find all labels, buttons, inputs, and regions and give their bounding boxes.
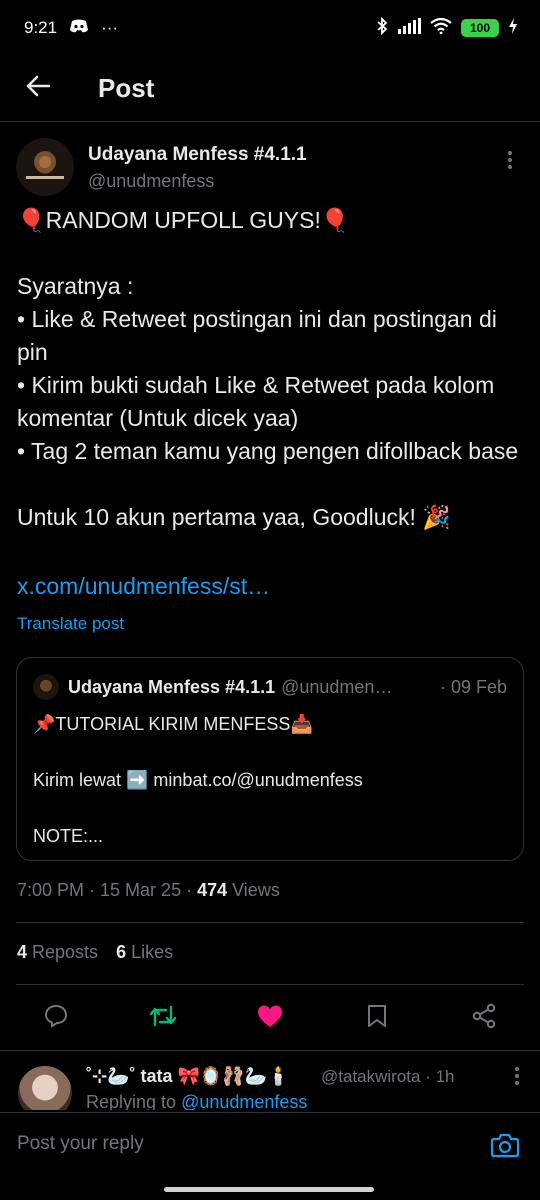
reply-composer: Post your reply (0, 1112, 540, 1200)
quoted-author-avatar (33, 674, 59, 700)
translate-post-link[interactable]: Translate post (17, 614, 124, 634)
signal-icon (397, 17, 421, 39)
likes-label: Likes (126, 942, 174, 962)
bookmark-button[interactable] (350, 996, 404, 1040)
discord-icon (69, 18, 89, 39)
share-button[interactable] (457, 996, 511, 1040)
camera-button[interactable] (490, 1131, 520, 1164)
more-vertical-icon (507, 150, 513, 175)
author-avatar[interactable] (16, 138, 74, 196)
quoted-author-name: Udayana Menfess #4.1.1 (68, 676, 276, 697)
views-label: Views (227, 880, 280, 900)
divider (0, 1050, 540, 1051)
post-link[interactable]: x.com/unudmenfess/st… (17, 570, 270, 603)
camera-icon (490, 1133, 520, 1163)
engagement-stats: 4 Reposts 6 Likes (17, 942, 173, 963)
reply-item[interactable]: ˚⊹🦢˚ tata 🎀🪞🩰🦢🕯️ @tatakwirota · 1h Reply… (16, 1060, 524, 1110)
post-more-button[interactable] (496, 138, 524, 178)
charging-icon (508, 17, 518, 39)
reply-button[interactable] (29, 996, 83, 1040)
share-icon (471, 1003, 497, 1034)
wifi-icon (430, 17, 452, 39)
home-indicator[interactable] (164, 1187, 374, 1192)
like-icon (256, 1003, 284, 1034)
divider (16, 922, 524, 923)
divider (16, 984, 524, 985)
post-timestamp: 7:00 PM · 15 Mar 25 · (17, 880, 198, 900)
post-author: Udayana Menfess #4.1.1 @unudmenfess (16, 138, 524, 198)
bookmark-icon (366, 1003, 388, 1034)
replying-prefix: Replying to (86, 1092, 182, 1110)
page-title: Post (98, 73, 155, 103)
reposts-stat[interactable]: 4 Reposts (17, 942, 98, 963)
reply-author-avatar[interactable] (18, 1066, 72, 1110)
repost-button[interactable] (136, 996, 190, 1040)
reply-more-button[interactable] (514, 1066, 520, 1091)
likes-stat[interactable]: 6 Likes (116, 942, 173, 963)
author-name[interactable]: Udayana Menfess #4.1.1 (88, 143, 307, 167)
quoted-date: · 09 Feb (439, 676, 507, 697)
status-bar: 9:21 ··· 100 (0, 0, 540, 56)
views-count: 474 (197, 880, 228, 900)
author-handle[interactable]: @unudmenfess (88, 169, 307, 193)
bluetooth-icon (376, 16, 388, 40)
repost-icon (148, 1003, 178, 1034)
post-text: 🎈RANDOM UPFOLL GUYS!🎈 Syaratnya : • Like… (17, 207, 519, 530)
reply-author-handle: @tatakwirota · 1h (321, 1067, 455, 1086)
quoted-post[interactable]: Udayana Menfess #4.1.1 @unudmenfess · 09… (16, 657, 524, 861)
likes-count: 6 (116, 942, 127, 962)
more-vertical-icon (514, 1067, 520, 1090)
replying-to: Replying to @unudmenfess (86, 1092, 307, 1110)
reply-input[interactable]: Post your reply (17, 1133, 144, 1155)
status-time: 9:21 (24, 18, 58, 37)
replying-handle[interactable]: @unudmenfess (181, 1092, 307, 1110)
top-app-bar: Post (0, 56, 540, 122)
battery-icon: 100 (461, 19, 499, 37)
reply-icon (43, 1003, 69, 1034)
more-notifications: ··· (101, 18, 119, 37)
arrow-left-icon (24, 72, 52, 105)
reposts-label: Reposts (27, 942, 99, 962)
quoted-author-handle: @unudmenfess (281, 676, 393, 697)
like-button[interactable] (243, 996, 297, 1040)
action-bar (0, 996, 540, 1040)
reposts-count: 4 (17, 942, 28, 962)
back-button[interactable] (0, 56, 76, 122)
post-meta: 7:00 PM · 15 Mar 25 · 474 Views (17, 880, 280, 901)
quoted-text: 📌TUTORIAL KIRIM MENFESS📥 Kirim lewat ➡️ … (33, 714, 363, 846)
reply-author-name[interactable]: ˚⊹🦢˚ tata 🎀🪞🩰🦢🕯️ (86, 1066, 290, 1087)
